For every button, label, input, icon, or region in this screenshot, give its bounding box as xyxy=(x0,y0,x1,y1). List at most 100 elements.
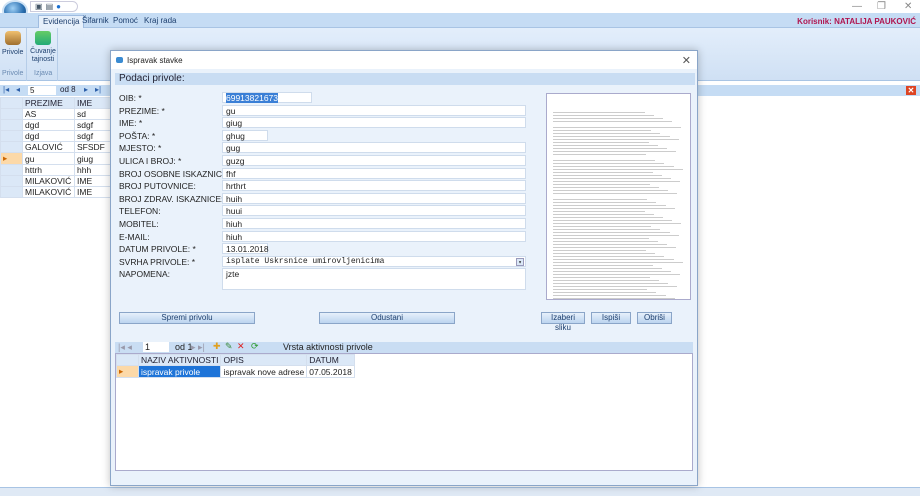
cell[interactable]: AS xyxy=(22,108,75,120)
table-row[interactable]: MILAKOVIĆ IME xyxy=(0,175,111,187)
field-input[interactable]: gu xyxy=(222,104,526,116)
column-header[interactable]: PREZIME xyxy=(22,97,75,109)
text-line xyxy=(553,193,678,194)
field-input[interactable]: ghug xyxy=(222,129,268,141)
table-row[interactable]: MILAKOVIĆ IME xyxy=(0,186,111,198)
text-line xyxy=(553,148,667,149)
window-close-button[interactable]: ✕ xyxy=(904,1,912,12)
text-line xyxy=(553,283,669,284)
next-record-button[interactable]: ▸ ▸| xyxy=(191,342,205,353)
field-input[interactable]: huui xyxy=(222,205,526,217)
table-row[interactable]: AS sd xyxy=(0,108,111,120)
text-line xyxy=(553,112,645,113)
table-row[interactable]: GALOVIĆ SFSDF xyxy=(0,141,111,153)
cell[interactable]: GALOVIĆ xyxy=(22,141,75,153)
cell[interactable]: giug xyxy=(74,152,111,165)
privole-button[interactable]: Privole xyxy=(2,49,23,56)
prev-record-button[interactable]: ◂ xyxy=(16,85,20,94)
text-line xyxy=(553,268,662,269)
dialog-title: Ispravak stavke xyxy=(111,51,697,69)
user-label: Korisnik: NATALIJA PAUKOVIĆ xyxy=(797,17,916,26)
field-input[interactable]: giug xyxy=(222,117,526,129)
info-icon[interactable]: ● xyxy=(56,2,61,11)
field-input[interactable]: hiuh xyxy=(222,230,526,242)
delete-button[interactable]: Obriši xyxy=(637,312,672,324)
choose-image-button[interactable]: Izaberi sliku xyxy=(541,312,585,332)
field-input[interactable]: hiuh xyxy=(222,218,526,229)
tab-pomoc[interactable]: Pomoć xyxy=(109,15,142,26)
tab-sifarnik[interactable]: Šifarnik xyxy=(78,15,113,26)
folder-icon[interactable]: ▤ xyxy=(46,2,54,11)
text-line xyxy=(553,298,675,299)
record-position-input[interactable]: 5 xyxy=(28,86,56,95)
first-record-button[interactable]: |◂ ◂ xyxy=(118,342,132,353)
cell[interactable]: IME xyxy=(74,186,111,198)
field-input[interactable]: jzte xyxy=(222,268,526,291)
cell[interactable]: ispravak privole xyxy=(137,365,222,378)
cell[interactable]: httrh xyxy=(22,164,75,176)
refresh-icon[interactable]: ⟳ xyxy=(251,341,259,352)
table-row[interactable]: ▸ ispravak privole ispravak nove adrese … xyxy=(116,365,355,378)
text-line xyxy=(553,247,677,248)
cell[interactable]: sdgf xyxy=(74,119,111,131)
next-record-button[interactable]: ▸ xyxy=(84,85,88,94)
text-line xyxy=(553,166,674,167)
cell[interactable]: IME xyxy=(74,175,111,187)
cell[interactable]: sd xyxy=(74,108,111,120)
text-line xyxy=(553,280,660,281)
last-record-button[interactable]: ▸| xyxy=(95,85,101,94)
cell[interactable]: dgd xyxy=(22,119,75,131)
text-line xyxy=(553,277,650,278)
cell[interactable]: sdgf xyxy=(74,130,111,142)
tab-kraj-rada[interactable]: Kraj rada xyxy=(140,15,180,26)
field-label: PREZIME: * xyxy=(119,105,165,116)
cancel-button[interactable]: Odustani xyxy=(319,312,455,324)
print-button[interactable]: Ispiši xyxy=(591,312,631,324)
cell[interactable]: 07.05.2018 xyxy=(306,365,355,378)
column-header[interactable]: OPIS xyxy=(220,354,308,366)
field-input[interactable]: 13.01.2018 xyxy=(222,243,269,255)
column-header[interactable]: NAZIV AKTIVNOSTI xyxy=(137,354,222,366)
cell[interactable]: dgd xyxy=(22,130,75,142)
cell[interactable]: MILAKOVIĆ xyxy=(22,175,75,187)
cell[interactable]: SFSDF xyxy=(74,141,111,153)
quick-access-toolbar: ▣ ▤ ● xyxy=(30,1,78,12)
field-input[interactable]: hrthrt xyxy=(222,180,526,192)
column-header[interactable]: IME xyxy=(74,97,111,109)
field-label: TELEFON: xyxy=(119,206,161,217)
cell[interactable]: hhh xyxy=(74,164,111,176)
first-record-button[interactable]: |◂ xyxy=(3,85,9,94)
save-button[interactable]: Spremi privolu xyxy=(119,312,255,324)
add-icon[interactable]: ✚ xyxy=(213,341,221,352)
cell[interactable]: MILAKOVIĆ xyxy=(22,186,75,198)
cuvanje-tajnosti-button[interactable]: Čuvanje tajnosti xyxy=(30,48,56,64)
maximize-button[interactable]: ❐ xyxy=(877,1,886,12)
cell[interactable]: ispravak nove adrese xyxy=(220,365,308,378)
edit-icon[interactable]: ✎ xyxy=(225,341,233,352)
field-input[interactable]: huih xyxy=(222,192,526,204)
field-input[interactable]: 69913821673 xyxy=(222,92,312,103)
text-line xyxy=(553,187,660,188)
text-line xyxy=(553,241,658,242)
delete-icon[interactable]: ✕ xyxy=(237,341,245,352)
minimize-button[interactable]: — xyxy=(852,1,862,12)
cell[interactable]: gu xyxy=(22,152,75,165)
chevron-down-icon[interactable]: ▾ xyxy=(516,257,524,266)
column-header[interactable]: DATUM xyxy=(306,354,355,366)
dialog-close-button[interactable]: ✕ xyxy=(682,54,691,67)
activity-title: Vrsta aktivnosti privole xyxy=(283,342,373,352)
field-input[interactable]: isplate Uskrsnice umirovljenicima ▾ xyxy=(222,255,526,267)
table-row[interactable]: dgd sdgf xyxy=(0,130,111,142)
save-icon[interactable]: ▣ xyxy=(35,2,43,11)
field-input[interactable]: guzg xyxy=(222,155,526,166)
table-row[interactable]: httrh hhh xyxy=(0,164,111,176)
text-line xyxy=(553,253,656,254)
row-indicator: ▸ xyxy=(116,365,139,378)
table-row[interactable]: ▸ gu giug xyxy=(0,152,111,165)
record-position-input[interactable]: 1 xyxy=(143,342,169,352)
close-panel-button[interactable]: ✕ xyxy=(906,86,916,95)
group-label: Izjava xyxy=(34,70,53,77)
table-row[interactable]: dgd sdgf xyxy=(0,119,111,131)
field-input[interactable]: fhf xyxy=(222,167,526,179)
field-input[interactable]: gug xyxy=(222,142,526,154)
